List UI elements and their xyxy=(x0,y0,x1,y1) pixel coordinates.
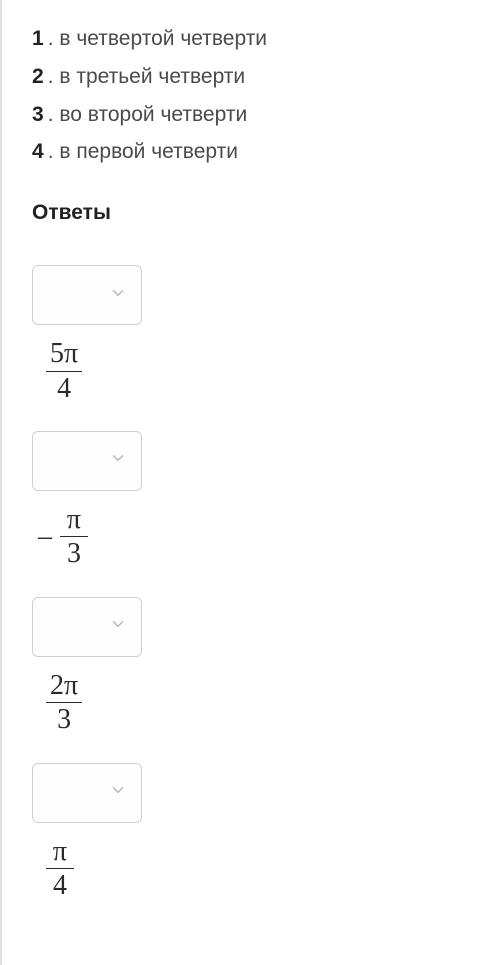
chevron-down-icon xyxy=(109,449,127,472)
option-text: . в третьей четверти xyxy=(48,58,245,96)
answer-select[interactable] xyxy=(32,265,142,325)
option-text: . во второй четверти xyxy=(48,96,248,134)
option-text: . в четвертой четверти xyxy=(48,20,267,58)
fraction-numerator: π xyxy=(46,837,74,869)
fraction-numerator: 2π xyxy=(46,671,82,703)
options-list: 1 . в четвертой четверти 2 . в третьей ч… xyxy=(32,20,470,171)
answer-block: 5π 4 xyxy=(32,265,470,403)
option-item: 2 . в третьей четверти xyxy=(32,58,470,96)
answer-block: 2π 3 xyxy=(32,597,470,735)
option-item: 1 . в четвертой четверти xyxy=(32,20,470,58)
answers-heading: Ответы xyxy=(32,201,470,225)
option-number: 3 xyxy=(32,96,44,134)
answer-value: π 4 xyxy=(32,837,470,901)
fraction-sign: – xyxy=(38,521,52,553)
answer-value: 5π 4 xyxy=(32,339,470,403)
answer-select[interactable] xyxy=(32,431,142,491)
answer-block: π 4 xyxy=(32,763,470,901)
option-number: 1 xyxy=(32,20,44,58)
option-item: 4 . в первой четверти xyxy=(32,133,470,171)
chevron-down-icon xyxy=(109,284,127,307)
option-item: 3 . во второй четверти xyxy=(32,96,470,134)
fraction-denominator: 4 xyxy=(46,869,74,900)
option-number: 4 xyxy=(32,133,44,171)
option-number: 2 xyxy=(32,58,44,96)
fraction-denominator: 4 xyxy=(50,372,78,403)
fraction-numerator: π xyxy=(60,505,88,537)
answer-value: – π 3 xyxy=(32,505,470,569)
fraction-numerator: 5π xyxy=(46,339,82,371)
option-text: . в первой четверти xyxy=(48,133,238,171)
chevron-down-icon xyxy=(109,615,127,638)
fraction-denominator: 3 xyxy=(60,537,88,568)
answer-block: – π 3 xyxy=(32,431,470,569)
fraction-denominator: 3 xyxy=(50,703,78,734)
chevron-down-icon xyxy=(109,781,127,804)
answer-select[interactable] xyxy=(32,597,142,657)
answer-select[interactable] xyxy=(32,763,142,823)
answer-value: 2π 3 xyxy=(32,671,470,735)
